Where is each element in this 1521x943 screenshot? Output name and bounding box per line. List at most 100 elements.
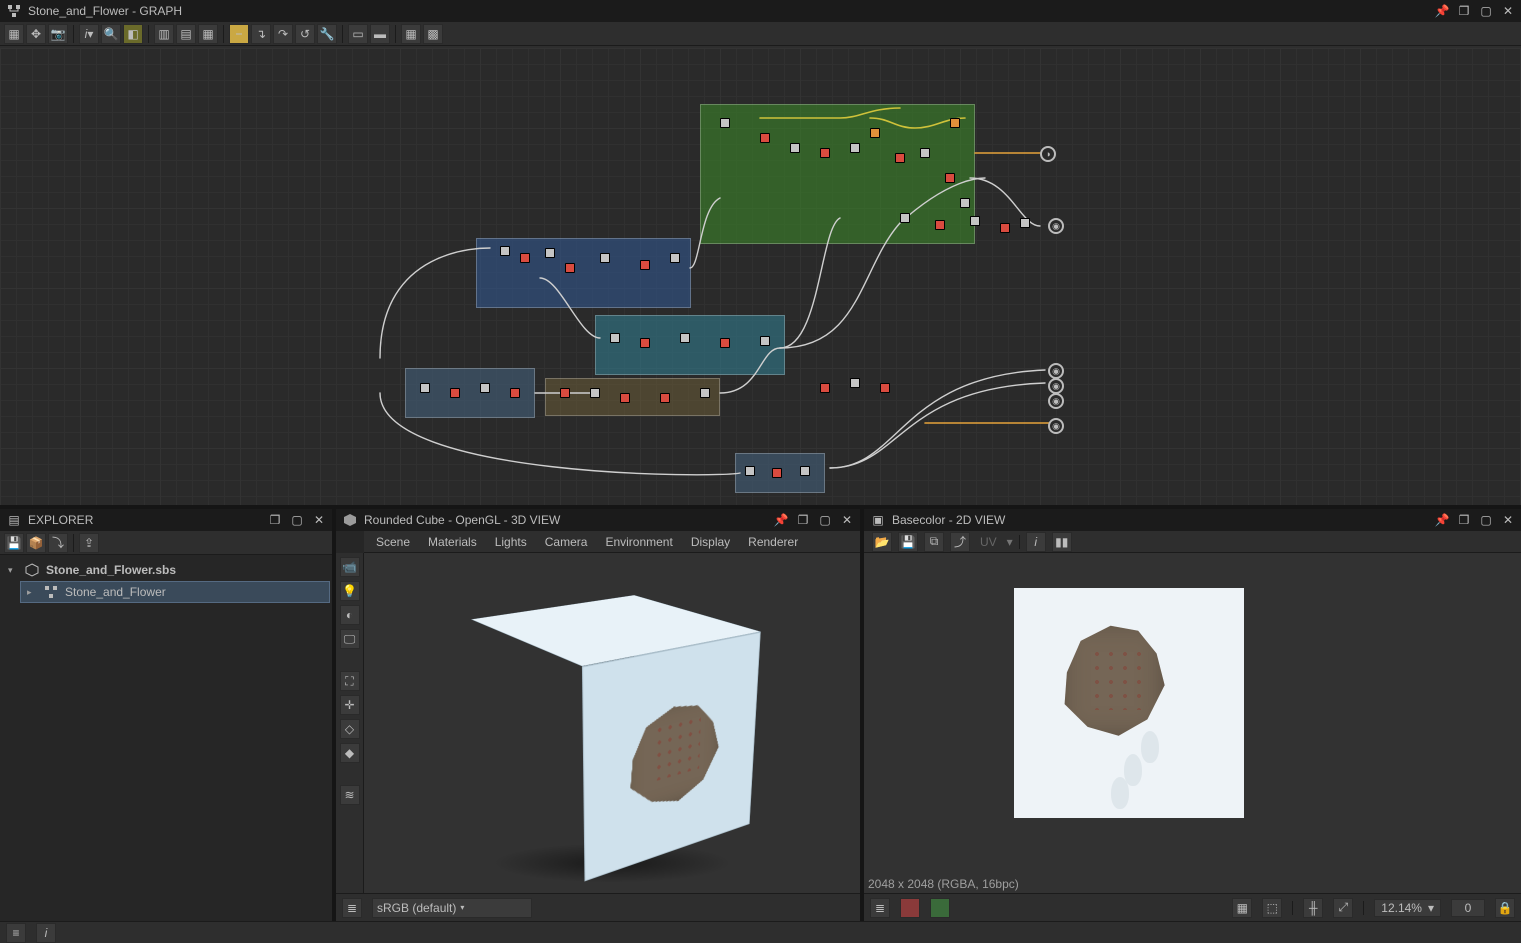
menu-camera[interactable]: Camera xyxy=(545,535,588,549)
tool-align-r-icon[interactable]: ▤ xyxy=(176,24,196,44)
tool-frame1-icon[interactable]: ▭ xyxy=(348,24,368,44)
import-icon[interactable]: ⤵ xyxy=(48,533,68,553)
graph-frame[interactable] xyxy=(545,378,720,416)
graph-node[interactable] xyxy=(850,378,860,388)
zoom-display[interactable]: 12.14%▾ xyxy=(1374,899,1441,917)
graph-node[interactable] xyxy=(950,118,960,128)
tool-snapshot-icon[interactable]: 📷 xyxy=(48,24,68,44)
dock-icon[interactable]: ❐ xyxy=(1457,513,1471,527)
graph-node[interactable] xyxy=(480,383,490,393)
fit-icon[interactable]: ⤢ xyxy=(1333,898,1353,918)
pin-icon[interactable]: 📌 xyxy=(1435,513,1449,527)
layout-icon[interactable]: ≡ xyxy=(6,923,26,943)
axis-icon[interactable]: ✛ xyxy=(340,695,360,715)
graph-output[interactable]: ◉ xyxy=(1048,418,1064,434)
graph-node[interactable] xyxy=(510,388,520,398)
grid-icon[interactable]: ▦ xyxy=(1232,898,1252,918)
light-icon[interactable]: 💡 xyxy=(340,581,360,601)
menu-renderer[interactable]: Renderer xyxy=(748,535,798,549)
copy-icon[interactable]: ⧉ xyxy=(924,532,944,552)
tool-select-icon[interactable]: ▦ xyxy=(4,24,24,44)
graph-node[interactable] xyxy=(745,466,755,476)
pin-icon[interactable]: 📌 xyxy=(774,513,788,527)
graph-node[interactable] xyxy=(610,333,620,343)
save-icon[interactable]: 💾 xyxy=(898,532,918,552)
graph-canvas[interactable]: ◑ ◉ ◉ ◉ ◉ ◉ xyxy=(0,48,1521,505)
graph-node[interactable] xyxy=(1020,218,1030,228)
graph-output[interactable]: ◉ xyxy=(1048,393,1064,409)
tool-wrench-icon[interactable]: 🔧 xyxy=(317,24,337,44)
colorspace-dropdown[interactable]: sRGB (default) ▾ xyxy=(372,898,532,918)
graph-node[interactable] xyxy=(935,220,945,230)
popout-icon[interactable]: ▢ xyxy=(1479,513,1493,527)
graph-node[interactable] xyxy=(895,153,905,163)
tree-item[interactable]: ▸ Stone_and_Flower xyxy=(20,581,330,603)
view3d-viewport[interactable] xyxy=(364,553,860,893)
pin-icon[interactable]: 📌 xyxy=(1435,4,1449,18)
dock-icon[interactable]: ❐ xyxy=(268,513,282,527)
graph-node[interactable] xyxy=(945,173,955,183)
restore-icon[interactable]: ❐ xyxy=(1457,4,1471,18)
wire-icon[interactable]: ◇ xyxy=(340,719,360,739)
graph-node[interactable] xyxy=(600,253,610,263)
graph-output[interactable]: ◉ xyxy=(1048,218,1064,234)
chevron-down-icon[interactable]: ▾ xyxy=(1007,535,1013,549)
graph-node[interactable] xyxy=(772,468,782,478)
tool-search-icon[interactable]: 🔍 xyxy=(101,24,121,44)
maximize-icon[interactable]: ▢ xyxy=(1479,4,1493,18)
graph-node[interactable] xyxy=(700,388,710,398)
graph-node[interactable] xyxy=(500,246,510,256)
graph-node[interactable] xyxy=(680,333,690,343)
graph-node[interactable] xyxy=(820,383,830,393)
graph-node[interactable] xyxy=(920,148,930,158)
menu-materials[interactable]: Materials xyxy=(428,535,477,549)
solid-icon[interactable]: ◆ xyxy=(340,743,360,763)
tool-link-col-icon[interactable]: ⎯ xyxy=(229,24,249,44)
graph-node[interactable] xyxy=(1000,223,1010,233)
popout-icon[interactable]: ▢ xyxy=(290,513,304,527)
graph-node[interactable] xyxy=(850,143,860,153)
channel-a-icon[interactable] xyxy=(930,898,950,918)
screen-icon[interactable]: 🖵 xyxy=(340,629,360,649)
pixel-icon[interactable]: ⬚ xyxy=(1262,898,1282,918)
close-icon[interactable]: ✕ xyxy=(1501,4,1515,18)
graph-node[interactable] xyxy=(660,393,670,403)
graph-node[interactable] xyxy=(900,213,910,223)
close-icon[interactable]: ✕ xyxy=(1501,513,1515,527)
tool-info-icon[interactable]: i▾ xyxy=(79,24,99,44)
tool-grid1-icon[interactable]: ▦ xyxy=(401,24,421,44)
export-icon[interactable]: ⇪ xyxy=(79,533,99,553)
graph-node[interactable] xyxy=(970,216,980,226)
ruler-icon[interactable]: ╫ xyxy=(1303,898,1323,918)
tool-route2-icon[interactable]: ↷ xyxy=(273,24,293,44)
camera-icon[interactable]: 📹 xyxy=(340,557,360,577)
graph-node[interactable] xyxy=(720,118,730,128)
save-icon[interactable]: 💾 xyxy=(4,533,24,553)
info-icon[interactable]: i xyxy=(1026,532,1046,552)
graph-node[interactable] xyxy=(560,388,570,398)
tool-route1-icon[interactable]: ↴ xyxy=(251,24,271,44)
layers-icon[interactable]: ≣ xyxy=(870,898,890,918)
graph-node[interactable] xyxy=(565,263,575,273)
graph-node[interactable] xyxy=(800,466,810,476)
zoom-aux[interactable]: 0 xyxy=(1451,899,1485,917)
fit-icon[interactable]: ⛶ xyxy=(340,671,360,691)
menu-scene[interactable]: Scene xyxy=(376,535,410,549)
graph-node[interactable] xyxy=(520,253,530,263)
graph-output[interactable]: ◑ xyxy=(1040,146,1056,162)
graph-node[interactable] xyxy=(670,253,680,263)
graph-node[interactable] xyxy=(590,388,600,398)
menu-lights[interactable]: Lights xyxy=(495,535,527,549)
histo-icon[interactable]: ▮▮ xyxy=(1052,532,1072,552)
graph-node[interactable] xyxy=(620,393,630,403)
graph-node[interactable] xyxy=(790,143,800,153)
export2d-icon[interactable]: ⤴ xyxy=(950,532,970,552)
tool-align-l-icon[interactable]: ▥ xyxy=(154,24,174,44)
graph-output[interactable]: ◉ xyxy=(1048,378,1064,394)
dock-icon[interactable]: ❐ xyxy=(796,513,810,527)
graph-node[interactable] xyxy=(720,338,730,348)
graph-node[interactable] xyxy=(880,383,890,393)
graph-node[interactable] xyxy=(640,260,650,270)
graph-node[interactable] xyxy=(420,383,430,393)
graph-output[interactable]: ◉ xyxy=(1048,363,1064,379)
